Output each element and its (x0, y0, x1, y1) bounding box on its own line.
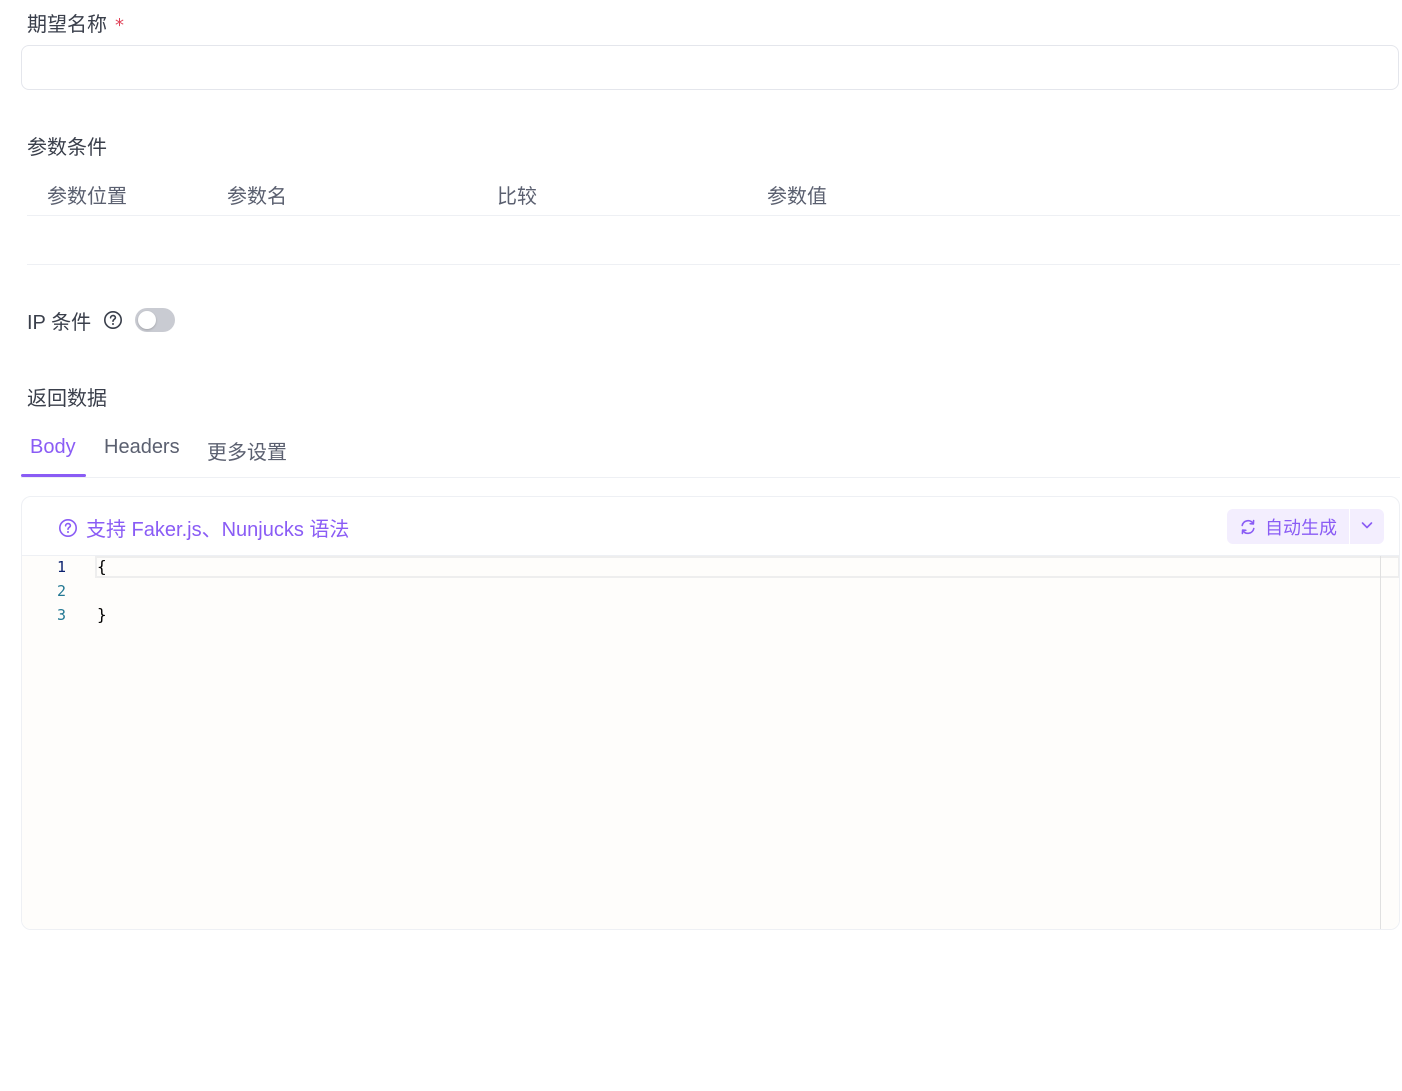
column-param-name: 参数名 (227, 184, 287, 208)
column-param-location: 参数位置 (47, 184, 127, 208)
params-table-body (27, 216, 1400, 265)
toggle-knob (138, 311, 157, 329)
question-circle-icon (58, 518, 78, 538)
question-circle-icon[interactable] (103, 310, 123, 330)
refresh-icon (1239, 518, 1257, 536)
editor-scrollbar[interactable] (1380, 556, 1399, 929)
tab-body[interactable]: Body (30, 436, 76, 459)
chevron-down-icon (1359, 517, 1375, 537)
auto-generate-button-group: 自动生成 (1227, 509, 1384, 544)
editor-toolbar: 支持 Faker.js、Nunjucks 语法 自动生成 (22, 497, 1399, 556)
params-table-header: 参数位置 参数名 比较 参数值 (27, 170, 1400, 216)
tab-more-settings[interactable]: 更多设置 (207, 436, 287, 465)
column-compare: 比较 (497, 184, 537, 208)
response-tabs: Body Headers 更多设置 (21, 428, 1400, 478)
ip-condition-toggle[interactable] (135, 308, 176, 332)
code-editor[interactable]: 1 2 3 { } (22, 556, 1399, 929)
auto-generate-button[interactable]: 自动生成 (1227, 509, 1349, 544)
syntax-hint-text: 支持 Faker.js、Nunjucks 语法 (86, 519, 350, 541)
auto-generate-label: 自动生成 (1265, 517, 1337, 539)
line-number: 3 (56, 606, 66, 624)
line-number: 1 (56, 558, 66, 576)
line-number: 2 (56, 582, 66, 600)
line-number-gutter: 1 2 3 (22, 556, 82, 929)
response-body-editor: 支持 Faker.js、Nunjucks 语法 自动生成 1 2 3 {} (21, 496, 1400, 930)
auto-generate-dropdown[interactable] (1350, 509, 1384, 544)
syntax-hint-link[interactable]: 支持 Faker.js、Nunjucks 语法 (58, 513, 349, 542)
column-param-value: 参数值 (767, 184, 827, 208)
tab-headers[interactable]: Headers (104, 436, 180, 459)
name-label-text: 期望名称 (27, 12, 107, 36)
active-tab-indicator (21, 474, 86, 477)
mock-expectation-form: 期望名称 * 参数条件 参数位置 参数名 比较 参数值 IP 条件 返回数据 Bo… (0, 0, 1402, 1091)
code-line: { (97, 557, 107, 576)
code-line: } (97, 605, 107, 624)
required-mark: * (115, 15, 124, 36)
current-line-highlight (95, 556, 1399, 578)
name-field-label: 期望名称 * (27, 8, 124, 37)
response-section-title: 返回数据 (27, 386, 107, 410)
params-section-title: 参数条件 (27, 135, 107, 159)
expectation-name-input[interactable] (21, 45, 1399, 90)
ip-condition-row: IP 条件 (27, 304, 176, 336)
ip-condition-label: IP 条件 (27, 311, 92, 334)
